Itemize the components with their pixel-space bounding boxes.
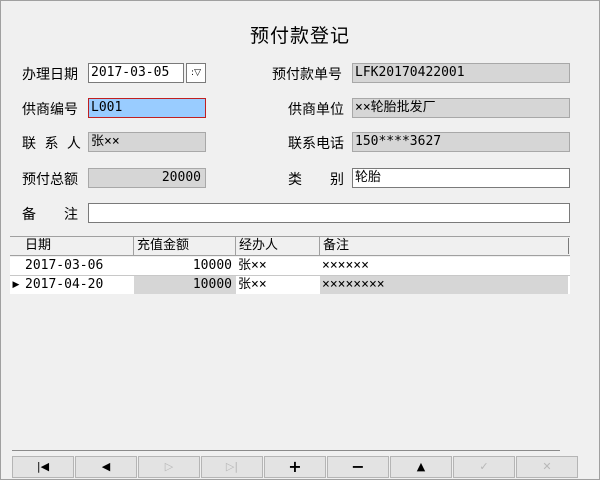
cell-handler: 张×× xyxy=(238,258,267,273)
total-label: 预付总额 xyxy=(22,172,78,188)
total-field: 20000 xyxy=(88,168,206,188)
last-record-icon: ▷| xyxy=(225,460,239,473)
cell-note: ×××××××× xyxy=(320,276,568,294)
add-button[interactable]: + xyxy=(264,456,326,478)
next-record-icon: ▷ xyxy=(164,460,174,473)
table-row[interactable]: ▶ 2017-04-20 10000 张×× ×××××××× xyxy=(10,276,570,294)
page-title: 预付款登记 xyxy=(249,25,350,47)
previous-record-icon: ◀ xyxy=(101,460,111,473)
phone-field: 150****3627 xyxy=(352,132,570,152)
prepay-no-field: LFK20170422001 xyxy=(352,63,570,83)
header-date[interactable]: 日期 xyxy=(22,237,134,255)
delete-icon: − xyxy=(351,457,365,476)
previous-record-button[interactable]: ◀ xyxy=(75,456,137,478)
delete-button[interactable]: − xyxy=(327,456,389,478)
next-record-button[interactable]: ▷ xyxy=(138,456,200,478)
chevron-down-icon: ▽ xyxy=(194,68,201,78)
supplier-unit-field: ××轮胎批发厂 xyxy=(352,98,570,118)
prepay-no-label: 预付款单号 xyxy=(272,67,342,83)
up-button[interactable]: ▲ xyxy=(390,456,452,478)
table-row[interactable]: 2017-03-06 10000 张×× ×××××× xyxy=(10,257,570,276)
cell-amount: 10000 xyxy=(192,258,232,273)
supplier-code-label: 供商编号 xyxy=(22,102,78,118)
save-button[interactable]: ✓ xyxy=(453,456,515,478)
first-record-button[interactable]: |◀ xyxy=(12,456,74,478)
record-navigator: |◀ ◀ ▷ ▷| + − ▲ ✓ ✕ xyxy=(12,456,578,478)
cell-handler: 张×× xyxy=(236,276,320,294)
header-amount[interactable]: 充值金额 xyxy=(134,237,236,255)
up-icon: ▲ xyxy=(416,460,426,473)
current-row-arrow-icon: ▶ xyxy=(12,280,20,290)
cell-amount: 10000 xyxy=(134,276,236,294)
supplier-code-input[interactable]: L001 xyxy=(88,98,206,118)
add-icon: + xyxy=(288,457,302,476)
divider xyxy=(12,450,560,451)
cancel-button[interactable]: ✕ xyxy=(516,456,578,478)
header-divider xyxy=(568,238,569,254)
header-note[interactable]: 备注 xyxy=(320,237,568,255)
contact-field: 张×× xyxy=(88,132,206,152)
cell-note: ×××××× xyxy=(322,258,369,273)
table-header: 日期 充值金额 经办人 备注 xyxy=(10,236,570,256)
row-indicator xyxy=(10,257,22,275)
date-label: 办理日期 xyxy=(22,67,78,83)
first-record-icon: |◀ xyxy=(36,460,50,473)
remark-label: 备 注 xyxy=(22,207,78,223)
date-dropdown-button[interactable]: :▽ xyxy=(186,63,206,83)
remark-input[interactable] xyxy=(88,203,570,223)
phone-label: 联系电话 xyxy=(288,136,344,152)
category-label: 类 别 xyxy=(288,172,344,188)
category-input[interactable]: 轮胎 xyxy=(352,168,570,188)
supplier-unit-label: 供商单位 xyxy=(288,102,344,118)
recharge-table: 日期 充值金额 经办人 备注 2017-03-06 10000 张×× ××××… xyxy=(10,236,570,296)
cancel-icon: ✕ xyxy=(542,460,552,473)
date-input[interactable]: 2017-03-05 xyxy=(88,63,184,83)
contact-label: 联 系 人 xyxy=(22,136,83,152)
cell-date: 2017-03-06 xyxy=(25,258,104,273)
header-handler[interactable]: 经办人 xyxy=(236,237,320,255)
last-record-button[interactable]: ▷| xyxy=(201,456,263,478)
checkmark-icon: ✓ xyxy=(479,460,489,473)
cell-date: 2017-04-20 xyxy=(22,276,134,294)
